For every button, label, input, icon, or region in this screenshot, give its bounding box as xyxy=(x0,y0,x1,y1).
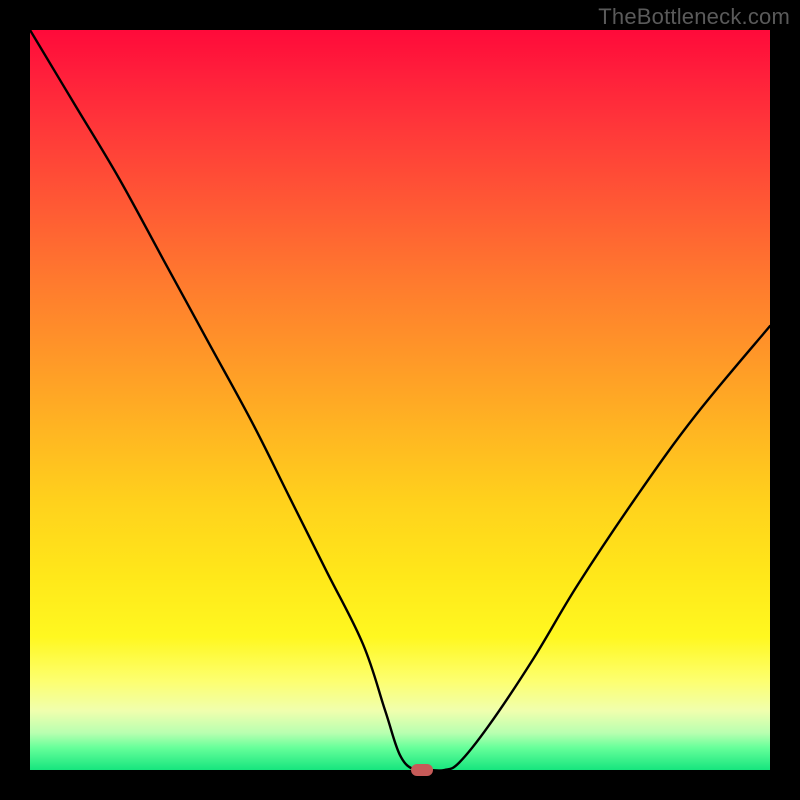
plot-area xyxy=(30,30,770,770)
chart-frame: TheBottleneck.com xyxy=(0,0,800,800)
bottleneck-curve-path xyxy=(30,30,770,771)
watermark-text: TheBottleneck.com xyxy=(598,4,790,30)
curve-svg xyxy=(30,30,770,770)
optimal-marker xyxy=(411,764,433,776)
